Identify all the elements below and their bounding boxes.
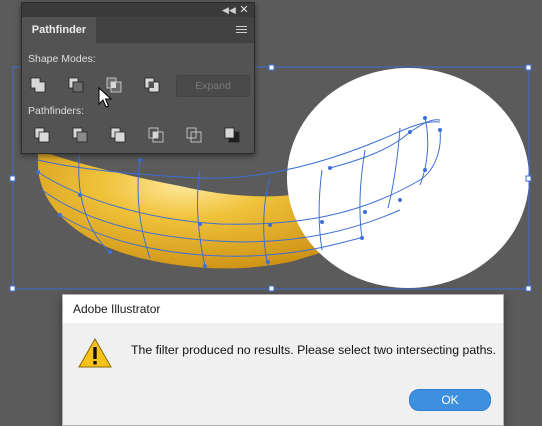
unite-icon (30, 77, 46, 93)
crop-icon (148, 127, 164, 143)
collapse-panel-icon[interactable]: ◀◀ (222, 4, 236, 16)
resize-handle (9, 175, 16, 182)
resize-handle (9, 285, 16, 292)
panel-title-bar[interactable]: ◀◀ ✕ (22, 3, 254, 17)
resize-handle (525, 285, 532, 292)
alert-dialog: Adobe Illustrator The filter produced no… (62, 294, 504, 426)
resize-handle (268, 285, 275, 292)
unite-button[interactable] (28, 75, 48, 95)
dialog-title: Adobe Illustrator (63, 295, 503, 323)
trim-button[interactable] (70, 125, 90, 145)
panel-menu-icon[interactable] (236, 26, 247, 34)
minus-back-icon (224, 127, 240, 143)
outline-button[interactable] (184, 125, 204, 145)
shape-modes-label: Shape Modes: (28, 53, 96, 65)
minus-front-button[interactable] (66, 75, 86, 95)
dialog-message: The filter produced no results. Please s… (131, 343, 496, 357)
panel-tab-bar: Pathfinder (22, 17, 254, 43)
divide-icon (34, 127, 50, 143)
exclude-icon (144, 77, 160, 93)
outline-icon (186, 127, 202, 143)
tab-pathfinder[interactable]: Pathfinder (22, 17, 96, 43)
ok-button[interactable]: OK (409, 389, 491, 411)
white-circle-shape[interactable] (287, 68, 529, 288)
trim-icon (72, 127, 88, 143)
divide-button[interactable] (32, 125, 52, 145)
merge-button[interactable] (108, 125, 128, 145)
resize-handle (525, 175, 532, 182)
pathfinder-panel: ◀◀ ✕ Pathfinder Shape Modes: Expand Path… (21, 2, 255, 154)
exclude-button[interactable] (142, 75, 162, 95)
resize-handle (525, 64, 532, 71)
expand-button[interactable]: Expand (176, 75, 250, 97)
warning-icon (78, 337, 112, 368)
pathfinders-label: Pathfinders: (28, 105, 85, 117)
mouse-cursor-icon (98, 87, 112, 108)
minus-front-icon (68, 77, 84, 93)
resize-handle (268, 64, 275, 71)
minus-back-button[interactable] (222, 125, 242, 145)
crop-button[interactable] (146, 125, 166, 145)
merge-icon (110, 127, 126, 143)
close-panel-icon[interactable]: ✕ (238, 4, 250, 16)
